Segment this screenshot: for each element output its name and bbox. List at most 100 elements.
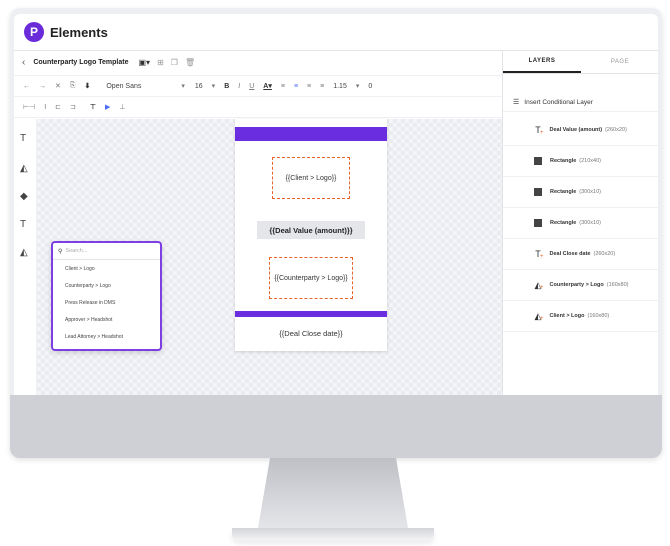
layer-name: Client > Logo	[549, 313, 585, 319]
title-actions: ▣▾ ⊞ ❐ 🗑	[139, 58, 196, 67]
layer-name: Counterparty > Logo	[549, 282, 604, 288]
layers-panel: LAYERS PAGE ☰ Insert Conditional Layer T…	[502, 51, 658, 395]
line-height-chevron-icon[interactable]: ▾	[356, 82, 360, 90]
copy-icon[interactable]: ❐	[171, 58, 178, 67]
bold-icon[interactable]: B	[224, 83, 229, 90]
layer-size: (260x20)	[605, 127, 627, 133]
layer-name: Deal Value (amount)	[549, 127, 603, 133]
dynamic-image-tool-icon[interactable]: ◭	[20, 247, 28, 258]
layer-name: Rectangle	[550, 158, 577, 164]
align-h-icon[interactable]: ⊢⊣	[23, 103, 35, 111]
format-toolbar: ← → ✕ ⎘ ⬇ Open Sans ▾ 16 ▾ B I U A▾ ≡ ≡ …	[14, 75, 502, 97]
app-title: Elements	[50, 24, 108, 40]
copy-format-icon[interactable]: ⎘	[70, 82, 76, 90]
delete-icon[interactable]: 🗑	[185, 58, 195, 67]
layer-item[interactable]: T + Deal Value (amount) (260x20)	[503, 115, 658, 146]
undo-icon[interactable]: ←	[23, 83, 30, 90]
font-size-chevron-icon[interactable]: ▾	[212, 82, 216, 90]
dropdown-item[interactable]: Counterparty > Logo	[53, 277, 160, 294]
valign-top-icon[interactable]: ⊤	[90, 103, 96, 111]
layer-item[interactable]: ◭ + Client > Logo (160x80)	[503, 301, 658, 332]
layer-name: Deal Close date	[549, 251, 591, 257]
rectangle-icon	[534, 219, 542, 227]
layer-item[interactable]: ◭ + Counterparty > Logo (160x80)	[503, 270, 658, 301]
plus-icon: +	[540, 316, 544, 322]
paint-icon[interactable]: ⬇	[84, 82, 90, 90]
layer-item[interactable]: Rectangle (210x40)	[503, 146, 658, 177]
dynamic-text-tool-icon[interactable]: T	[20, 219, 26, 230]
dropdown-item[interactable]: Client > Logo	[53, 260, 160, 277]
resize-icon[interactable]: ⊏	[55, 103, 61, 111]
line-height-select[interactable]: 1.15	[333, 83, 347, 90]
layer-size: (300x10)	[579, 189, 602, 195]
insert-conditional-layer-button[interactable]: ☰ Insert Conditional Layer	[503, 93, 658, 112]
tab-page[interactable]: PAGE	[581, 51, 658, 73]
crop-icon[interactable]: ⊐	[70, 103, 76, 111]
cursor-icon[interactable]: I	[44, 104, 46, 111]
layer-size: (210x40)	[579, 158, 602, 164]
layer-size: (260x20)	[593, 251, 616, 257]
monitor-stand	[258, 458, 408, 528]
align-left-icon[interactable]: ≡	[281, 83, 285, 90]
dropdown-item[interactable]: Press Release in DMS	[53, 294, 160, 311]
rectangle-icon	[534, 157, 542, 165]
grid-icon[interactable]: ⊞	[157, 58, 164, 67]
font-family-chevron-icon[interactable]: ▾	[181, 82, 185, 90]
shape-tool-icon[interactable]: ◆	[20, 191, 28, 202]
monitor-chin	[10, 395, 662, 458]
logo-icon: P	[24, 22, 44, 42]
middle-rectangle[interactable]	[235, 311, 387, 317]
dropdown-item[interactable]: Approver > Headshot	[53, 311, 160, 328]
cut-icon[interactable]: ✕	[55, 82, 61, 90]
design-canvas[interactable]: {{Client > Logo}} {{Deal Value (amount)}…	[37, 119, 502, 395]
font-size-select[interactable]: 16	[195, 83, 203, 90]
plus-icon: +	[540, 254, 544, 260]
top-rectangle[interactable]	[235, 127, 387, 141]
layer-name: Rectangle	[550, 189, 577, 195]
letter-spacing-value[interactable]: 0	[368, 83, 372, 90]
screen: P Elements ‹ Counterparty Logo Template …	[14, 14, 658, 395]
text-color-icon[interactable]: A▾	[263, 82, 272, 90]
layer-item[interactable]: Rectangle (300x10)	[503, 177, 658, 208]
layer-size: (160x80)	[587, 313, 610, 319]
layer-item[interactable]: Rectangle (300x10)	[503, 208, 658, 239]
insert-conditional-label: Insert Conditional Layer	[524, 98, 593, 106]
dropdown-search[interactable]: ⚲ Search...	[53, 243, 160, 260]
valign-bottom-icon[interactable]: ⊥	[119, 103, 125, 111]
template-name[interactable]: Counterparty Logo Template	[33, 59, 128, 66]
font-family-select[interactable]: Open Sans	[106, 83, 172, 90]
rectangle-icon	[534, 188, 542, 196]
page-card[interactable]: {{Client > Logo}} {{Deal Value (amount)}…	[235, 119, 387, 351]
template-menu-icon[interactable]: ▣▾	[139, 58, 151, 67]
plus-icon: +	[540, 130, 544, 136]
align-center-icon[interactable]: ≡	[294, 83, 298, 90]
layer-size: (160x80)	[606, 282, 629, 288]
text-tool-icon[interactable]: T	[20, 133, 26, 144]
underline-icon[interactable]: U	[249, 83, 254, 90]
image-tool-icon[interactable]: ◭	[20, 163, 28, 174]
layer-name: Rectangle	[550, 220, 577, 226]
redo-icon[interactable]: →	[39, 83, 46, 90]
dropdown-item[interactable]: Lead Attorney > Headshot	[53, 328, 160, 345]
app-header: P Elements	[14, 14, 658, 51]
deal-close-date-field[interactable]: {{Deal Close date}}	[235, 329, 387, 338]
back-arrow-icon[interactable]: ‹	[22, 57, 25, 68]
counterparty-logo-placeholder[interactable]: {{Counterparty > Logo}}	[269, 257, 353, 299]
deal-value-field[interactable]: {{Deal Value (amount)}}	[257, 221, 365, 239]
plus-icon: +	[540, 285, 544, 291]
client-logo-placeholder[interactable]: {{Client > Logo}}	[272, 157, 350, 199]
title-bar: ‹ Counterparty Logo Template ▣▾ ⊞ ❐ 🗑	[14, 51, 502, 73]
dynamic-image-dropdown: ⚲ Search... Client > Logo Counterparty >…	[51, 241, 162, 351]
editor: ‹ Counterparty Logo Template ▣▾ ⊞ ❐ 🗑 ← …	[14, 51, 502, 395]
italic-icon[interactable]: I	[238, 83, 240, 90]
tab-layers[interactable]: LAYERS	[503, 51, 581, 73]
align-justify-icon[interactable]: ≡	[320, 83, 324, 90]
align-right-icon[interactable]: ≡	[307, 83, 311, 90]
align-toolbar: ⊢⊣ I ⊏ ⊐ ⊤ ▶ ⊥	[14, 97, 502, 118]
layer-item[interactable]: T + Deal Close date (260x20)	[503, 239, 658, 270]
monitor-base	[232, 528, 434, 540]
search-placeholder: Search...	[65, 248, 88, 254]
panel-tabs: LAYERS PAGE	[503, 51, 658, 74]
layer-size: (300x10)	[579, 220, 602, 226]
valign-middle-icon[interactable]: ▶	[105, 103, 110, 111]
